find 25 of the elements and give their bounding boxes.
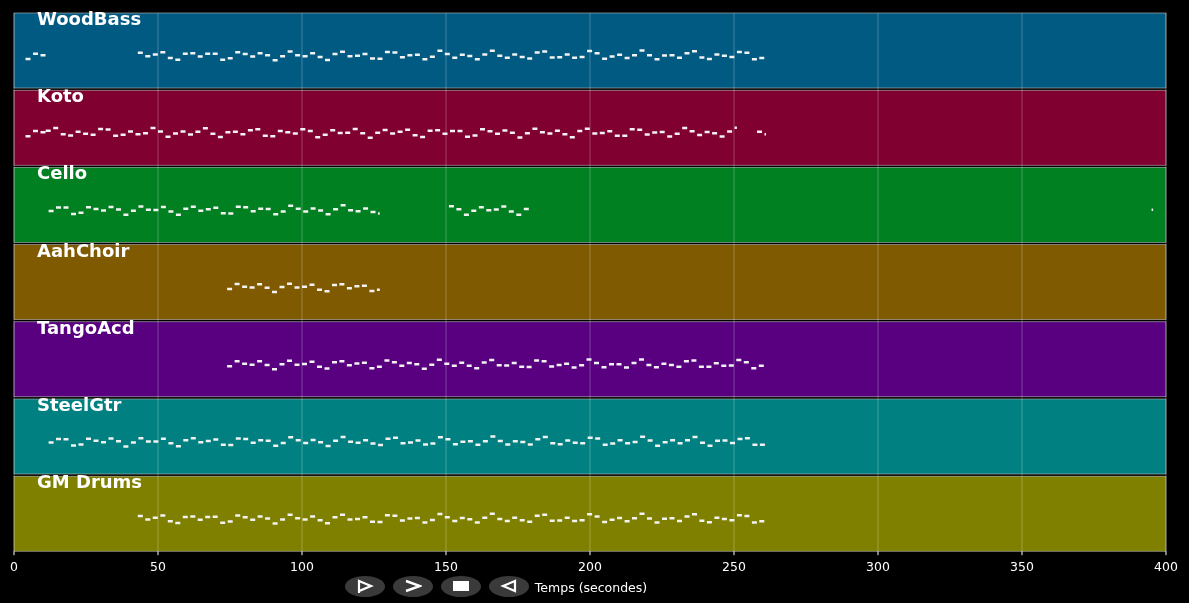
toolbar-button[interactable] bbox=[489, 576, 529, 597]
stop-icon bbox=[452, 579, 470, 594]
tick-label: 350 bbox=[1010, 559, 1034, 575]
triangle-left-icon bbox=[500, 579, 518, 594]
track-name: SteelGtr bbox=[37, 394, 122, 415]
axis-label: Temps (secondes) bbox=[534, 580, 648, 596]
chevron-right-icon bbox=[404, 579, 422, 594]
tick-label: 0 bbox=[10, 559, 18, 575]
tick-label: 300 bbox=[866, 559, 890, 575]
track-name: GM Drums bbox=[37, 471, 143, 493]
track-name: WoodBass bbox=[37, 8, 142, 29]
toolbar-button[interactable] bbox=[393, 576, 433, 597]
track-name: Cello bbox=[37, 162, 88, 184]
tick-label: 150 bbox=[434, 559, 458, 575]
tick-label: 250 bbox=[722, 559, 746, 575]
toolbar-button[interactable] bbox=[345, 576, 385, 597]
track-name: TangoAcd bbox=[37, 316, 135, 338]
tick-label: 50 bbox=[150, 559, 166, 575]
toolbar-button[interactable] bbox=[441, 576, 481, 597]
track-name: Koto bbox=[37, 85, 84, 107]
tick-label: 100 bbox=[290, 559, 314, 575]
tick-label: 400 bbox=[1154, 559, 1178, 575]
tick-label: 200 bbox=[578, 559, 602, 575]
track-name: AahChoir bbox=[37, 239, 130, 261]
play-icon bbox=[356, 579, 374, 594]
